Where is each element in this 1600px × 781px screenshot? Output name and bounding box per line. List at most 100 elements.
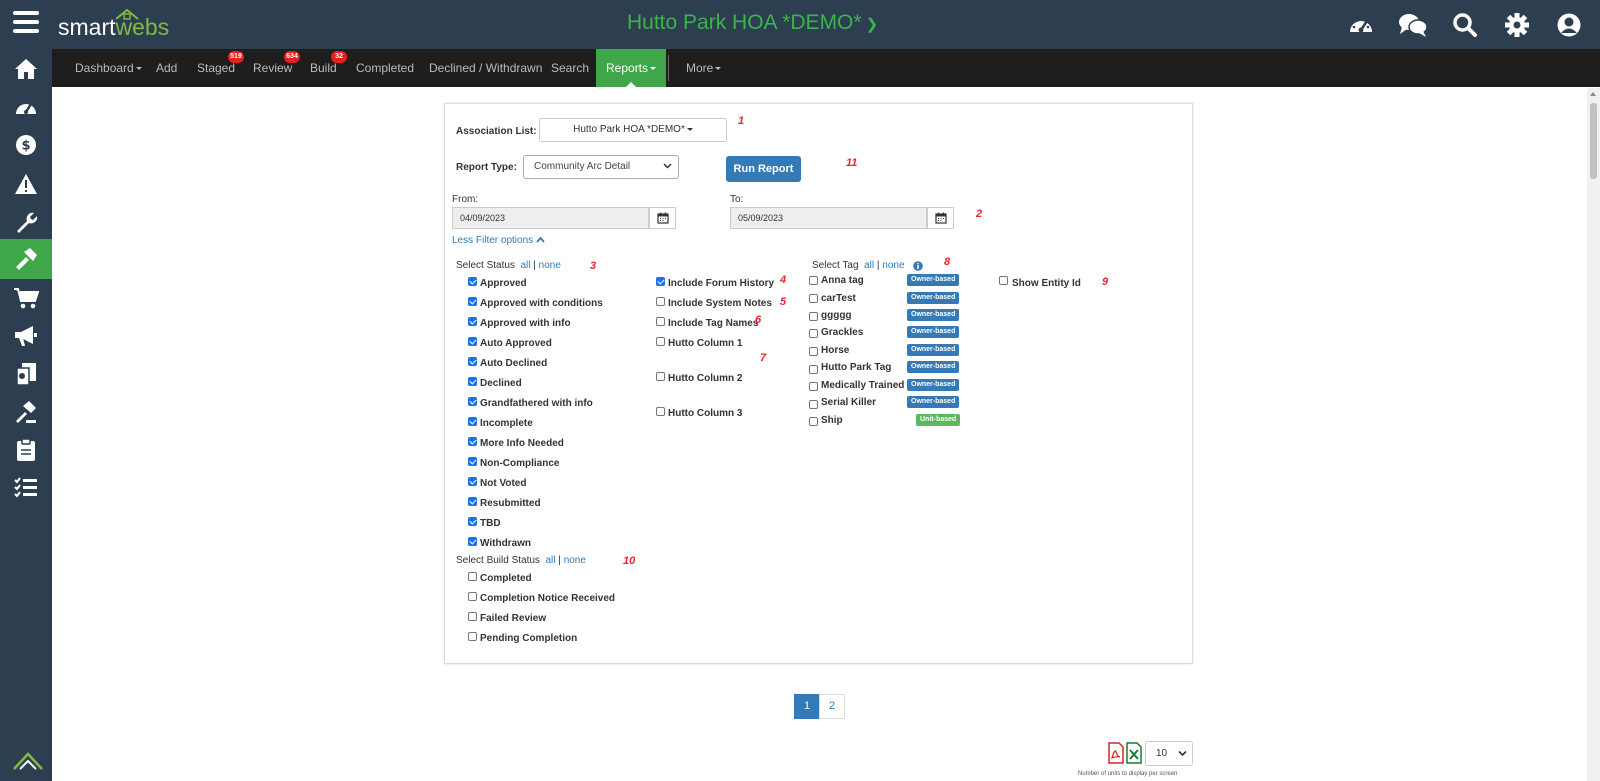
nav-declined-withdrawn[interactable]: Declined / Withdrawn: [429, 49, 542, 87]
caret-down-icon: [135, 67, 142, 71]
filter-options-toggle[interactable]: Less Filter options: [452, 235, 545, 246]
status-checkbox-grandfathered-with-info[interactable]: [468, 397, 477, 406]
status-checkbox-incomplete[interactable]: [468, 417, 477, 426]
sidebar-store[interactable]: [0, 278, 52, 318]
chat-icon[interactable]: [1398, 10, 1428, 40]
build-checkbox-failed-review[interactable]: [468, 612, 477, 621]
vertical-scrollbar[interactable]: [1587, 88, 1600, 781]
pagination-page-2[interactable]: 2: [819, 694, 845, 719]
include-forum-history-checkbox[interactable]: [656, 277, 665, 286]
status-checkbox-tbd[interactable]: [468, 517, 477, 526]
build-select-none-link[interactable]: none: [564, 555, 586, 566]
settings-gear-icon[interactable]: [1502, 10, 1532, 40]
chevron-down-icon: ❯: [865, 16, 879, 33]
build-label-completed: Completed: [480, 573, 532, 584]
status-select-all-link[interactable]: all: [520, 260, 530, 271]
select-tag-heading: Select Tag all | none: [812, 260, 905, 271]
tag-type-badge-cartest: Owner-based: [907, 292, 960, 304]
caret-down-icon: [650, 67, 657, 71]
status-checkbox-approved-with-conditions[interactable]: [468, 297, 477, 306]
status-checkbox-withdrawn[interactable]: [468, 537, 477, 546]
status-label-approved: Approved: [480, 278, 527, 289]
sidebar-home[interactable]: [0, 49, 52, 89]
report-type-select[interactable]: Community Arc Detail: [523, 155, 679, 179]
include-system-notes-checkbox[interactable]: [656, 297, 665, 306]
filter-toggle-label: Less Filter options: [452, 235, 534, 246]
tag-checkbox-grackles[interactable]: [809, 329, 818, 338]
to-calendar-button[interactable]: [927, 207, 954, 229]
include-tag-names-checkbox[interactable]: [656, 317, 665, 326]
status-label-approved-with-conditions: Approved with conditions: [480, 298, 603, 309]
tag-label-grackles: Grackles: [821, 327, 864, 338]
sidebar-billing[interactable]: $: [0, 125, 52, 165]
status-label-auto-approved: Auto Approved: [480, 338, 552, 349]
excel-export-icon[interactable]: [1126, 742, 1142, 764]
pdf-export-icon[interactable]: [1108, 742, 1124, 764]
sidebar-violations[interactable]: [0, 164, 52, 204]
run-report-button[interactable]: Run Report: [726, 156, 801, 182]
status-checkbox-auto-approved[interactable]: [468, 337, 477, 346]
association-title-dropdown[interactable]: Hutto Park HOA *DEMO* ❯: [627, 11, 878, 35]
tag-select-all-link[interactable]: all: [864, 260, 874, 271]
build-checkbox-pending-completion[interactable]: [468, 632, 477, 641]
status-checkbox-approved[interactable]: [468, 277, 477, 286]
nav-reports[interactable]: Reports: [596, 49, 667, 87]
tag-checkbox-horse[interactable]: [809, 347, 818, 356]
tag-label-anna-tag: Anna tag: [821, 275, 864, 286]
association-list-dropdown[interactable]: Hutto Park HOA *DEMO*: [539, 118, 727, 142]
status-label-incomplete: Incomplete: [480, 418, 533, 429]
status-checkbox-more-info-needed[interactable]: [468, 437, 477, 446]
dashboard-gauge-icon[interactable]: [1346, 10, 1376, 40]
nav-dashboard[interactable]: Dashboard: [75, 49, 142, 87]
pagination-page-1[interactable]: 1: [794, 694, 820, 719]
sidebar-dashboard[interactable]: [0, 87, 52, 127]
tag-checkbox-medically-trained[interactable]: [809, 382, 818, 391]
home-icon: [15, 59, 37, 79]
status-checkbox-auto-declined[interactable]: [468, 357, 477, 366]
hamburger-menu-icon[interactable]: [13, 11, 39, 35]
status-label-auto-declined: Auto Declined: [480, 358, 548, 369]
status-checkbox-declined[interactable]: [468, 377, 477, 386]
hutto-column-2-checkbox[interactable]: [656, 372, 665, 381]
sidebar-tasks[interactable]: [0, 430, 52, 470]
nav-more[interactable]: More: [686, 49, 722, 87]
user-account-icon[interactable]: [1554, 10, 1584, 40]
tag-checkbox-ship[interactable]: [809, 417, 818, 426]
hutto-column-3-checkbox[interactable]: [656, 407, 665, 416]
nav-search[interactable]: Search: [551, 49, 589, 87]
annotation-5: 5: [780, 296, 787, 308]
info-icon[interactable]: [913, 261, 923, 271]
tag-checkbox-anna-tag[interactable]: [809, 276, 818, 285]
tag-checkbox-cartest[interactable]: [809, 294, 818, 303]
scroll-up-arrow-icon[interactable]: [1590, 92, 1596, 96]
sidebar-arc[interactable]: [0, 239, 52, 279]
sidebar-checklists[interactable]: [0, 468, 52, 508]
hutto-column-1-checkbox[interactable]: [656, 337, 665, 346]
show-entity-id-checkbox[interactable]: [999, 276, 1008, 285]
sidebar-legal[interactable]: [0, 392, 52, 432]
build-checkbox-completed[interactable]: [468, 572, 477, 581]
status-label-non-compliance: Non-Compliance: [480, 458, 560, 469]
status-checkbox-non-compliance[interactable]: [468, 457, 477, 466]
status-select-none-link[interactable]: none: [539, 260, 561, 271]
build-checkbox-completion-notice-received[interactable]: [468, 592, 477, 601]
tag-checkbox-ggggg[interactable]: [809, 312, 818, 321]
status-checkbox-not-voted[interactable]: [468, 477, 477, 486]
status-checkbox-approved-with-info[interactable]: [468, 317, 477, 326]
to-date-input[interactable]: 05/09/2023: [730, 207, 927, 229]
from-calendar-button[interactable]: [649, 207, 676, 229]
sidebar-documents[interactable]: [0, 354, 52, 394]
tag-checkbox-hutto-park-tag[interactable]: [809, 365, 818, 374]
nav-completed[interactable]: Completed: [356, 49, 414, 87]
build-select-all-link[interactable]: all: [546, 555, 556, 566]
per-page-select[interactable]: 10: [1145, 741, 1193, 766]
sidebar-communications[interactable]: [0, 316, 52, 356]
search-icon[interactable]: [1450, 10, 1480, 40]
scroll-thumb[interactable]: [1590, 103, 1597, 179]
tag-checkbox-serial-killer[interactable]: [809, 400, 818, 409]
status-checkbox-resubmitted[interactable]: [468, 497, 477, 506]
sidebar-maintenance[interactable]: [0, 202, 52, 242]
nav-add[interactable]: Add: [156, 49, 177, 87]
tag-select-none-link[interactable]: none: [882, 260, 904, 271]
from-date-input[interactable]: 04/09/2023: [452, 207, 649, 229]
